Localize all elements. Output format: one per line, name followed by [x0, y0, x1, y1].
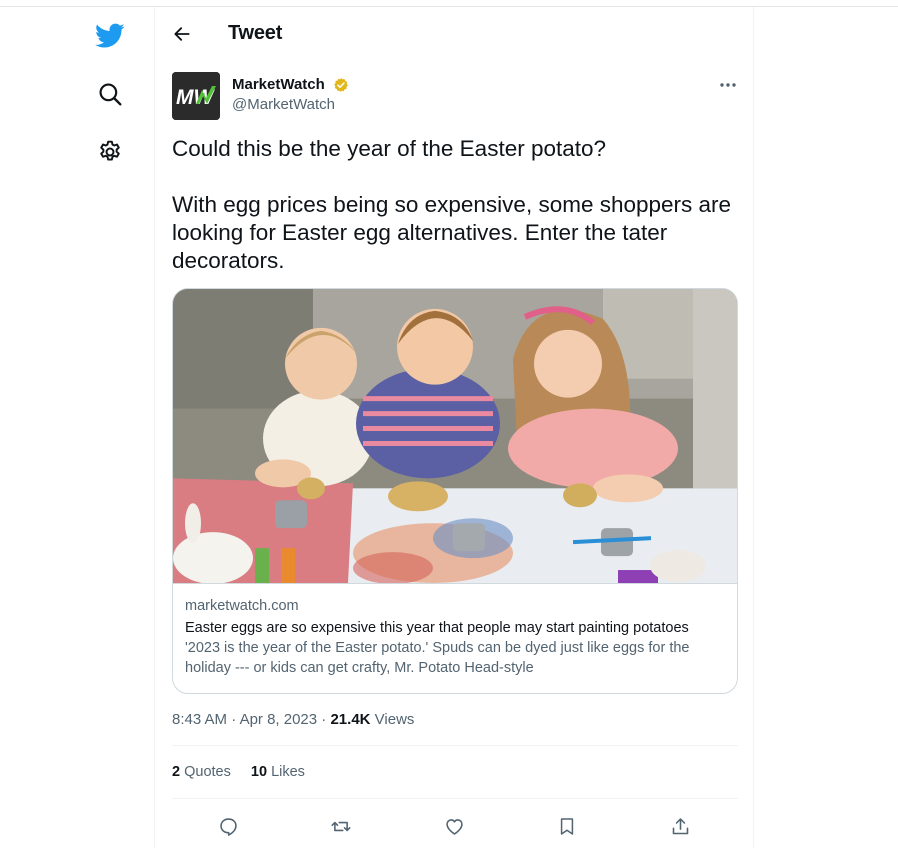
more-dots-icon: [720, 83, 736, 87]
reply-icon: [219, 817, 237, 836]
tweet-date[interactable]: Apr 8, 2023: [240, 711, 318, 728]
twitter-bird-icon: [95, 23, 125, 48]
settings-icon: [100, 140, 120, 161]
card-title: Easter eggs are so expensive this year t…: [185, 620, 689, 636]
tweet-timestamp: 8:43 AM · Apr 8, 2023 · 21.4K Views: [172, 711, 414, 728]
reply-button[interactable]: [215, 813, 241, 839]
like-icon: [445, 818, 463, 835]
like-button[interactable]: [441, 813, 467, 839]
quotes-count: 2: [172, 764, 181, 780]
bookmark-button[interactable]: [554, 813, 580, 839]
link-card[interactable]: marketwatch.com Easter eggs are so expen…: [172, 288, 738, 694]
card-domain: marketwatch.com: [185, 598, 299, 614]
card-body: marketwatch.com Easter eggs are so expen…: [185, 597, 730, 678]
divider: [172, 745, 738, 746]
search-icon: [99, 83, 122, 106]
separator: ·: [321, 711, 327, 728]
likes-count: 10: [250, 764, 268, 780]
back-arrow-icon: [174, 27, 190, 41]
tweet-time[interactable]: 8:43 AM: [172, 711, 227, 728]
card-image: [173, 289, 737, 584]
tweet-text-line: Could this be the year of the Easter pot…: [172, 136, 607, 161]
marketwatch-logo: MW: [172, 72, 220, 120]
tweet-text: Could this be the year of the Easter pot…: [172, 135, 742, 275]
verified-badge-icon: [334, 78, 348, 92]
tweet-column: Tweet MW MarketWatch @MarketWatch Could …: [154, 7, 754, 848]
retweet-icon: [331, 821, 351, 831]
divider: [172, 798, 738, 799]
avatar[interactable]: MW: [172, 72, 220, 120]
views-count: 21.4K: [330, 711, 371, 728]
share-button[interactable]: [667, 813, 693, 839]
share-icon: [672, 817, 688, 834]
author-name[interactable]: MarketWatch: [232, 76, 325, 93]
search-button[interactable]: [90, 74, 130, 114]
views-label: Views: [374, 711, 415, 728]
bookmark-icon: [560, 817, 574, 835]
likes-stat[interactable]: 10 Likes: [251, 764, 305, 780]
quotes-stat[interactable]: 2 Quotes: [172, 764, 231, 780]
likes-label: Likes: [271, 764, 305, 780]
card-description: '2023 is the year of the Easter potato.'…: [185, 640, 690, 676]
settings-button[interactable]: [90, 132, 130, 172]
author-handle[interactable]: @MarketWatch: [232, 96, 335, 113]
page-title: Tweet: [228, 22, 283, 44]
back-button[interactable]: [167, 19, 197, 49]
quotes-label: Quotes: [184, 764, 231, 780]
retweet-button[interactable]: [328, 813, 354, 839]
action-bar: [172, 811, 738, 841]
separator: ·: [231, 711, 237, 728]
tweet-text-line: With egg prices being so expensive, some…: [172, 192, 732, 273]
twitter-home-button[interactable]: [90, 16, 130, 56]
tweet-stats: 2 Quotes 10 Likes: [172, 764, 321, 780]
tweet-header: Tweet: [155, 7, 753, 60]
more-options-button[interactable]: [715, 73, 741, 97]
